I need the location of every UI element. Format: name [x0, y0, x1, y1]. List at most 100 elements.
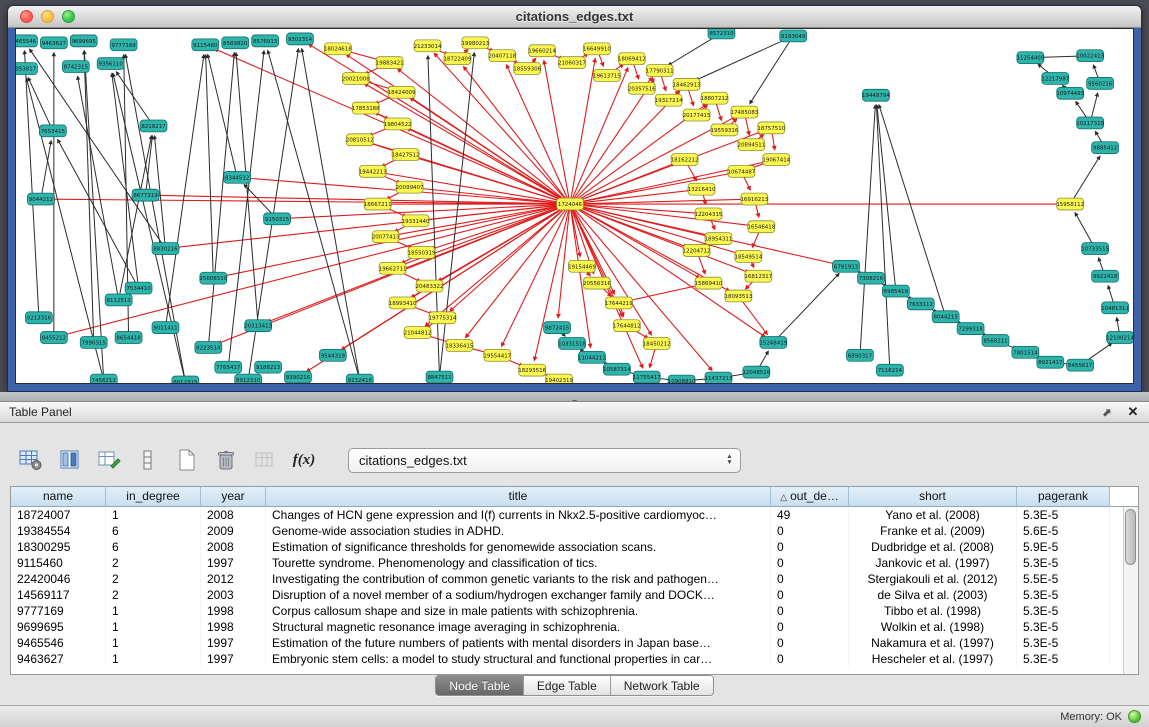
- graph-node[interactable]: 11755417: [633, 371, 661, 383]
- graph-node[interactable]: 13216410: [688, 183, 716, 195]
- table-cell[interactable]: 14569117: [11, 587, 106, 603]
- graph-node[interactable]: 19613715: [593, 70, 621, 82]
- float-panel-icon[interactable]: ⬈: [1099, 404, 1115, 420]
- graph-node[interactable]: 8012315: [172, 376, 199, 383]
- graph-node[interactable]: 6791913: [833, 260, 860, 272]
- table-selector-dropdown[interactable]: citations_edges.txt ▲ ▼: [348, 448, 741, 473]
- table-cell[interactable]: Embryonic stem cells: a model to study s…: [266, 651, 771, 667]
- graph-node[interactable]: 6985419: [882, 285, 909, 297]
- graph-node[interactable]: 8830216: [152, 243, 179, 255]
- table-cell[interactable]: 0: [771, 539, 849, 555]
- graph-node[interactable]: 18757510: [757, 122, 785, 134]
- graph-node[interactable]: 18069412: [618, 53, 646, 65]
- table-cell[interactable]: 2003: [201, 587, 266, 603]
- graph-node[interactable]: 9053817: [16, 63, 37, 75]
- graph-node[interactable]: 21060317: [558, 57, 586, 69]
- graph-node[interactable]: 18093513: [725, 290, 753, 302]
- graph-node[interactable]: 8912310: [235, 374, 262, 383]
- table-cell[interactable]: 1998: [201, 603, 266, 619]
- table-cell[interactable]: Corpus callosum shape and size in male p…: [266, 603, 771, 619]
- graph-edge[interactable]: [1070, 156, 1100, 204]
- graph-node[interactable]: 19559316: [711, 124, 739, 136]
- graph-node[interactable]: 9872415: [544, 322, 571, 334]
- graph-node[interactable]: 19317214: [655, 94, 683, 106]
- graph-node[interactable]: 19662711: [379, 262, 407, 274]
- table-cell[interactable]: 0: [771, 571, 849, 587]
- graph-node[interactable]: 8576913: [252, 35, 279, 47]
- graph-node[interactable]: 18954311: [705, 233, 733, 245]
- graph-node[interactable]: 6890317: [847, 349, 874, 361]
- graph-edge[interactable]: [877, 105, 896, 291]
- graph-node[interactable]: 8344512: [224, 171, 251, 183]
- table-cell[interactable]: Franke et al. (2009): [849, 523, 1017, 539]
- graph-node[interactable]: 9302314: [287, 33, 314, 45]
- graph-node[interactable]: 8390216: [285, 371, 312, 383]
- graph-node[interactable]: 9465546: [16, 35, 37, 47]
- graph-node[interactable]: 9044212: [27, 193, 54, 205]
- graph-node[interactable]: 19154469: [568, 260, 596, 272]
- table-cell[interactable]: 1: [106, 619, 201, 635]
- table-cell[interactable]: Genome-wide association studies in ADHD.: [266, 523, 771, 539]
- graph-node[interactable]: 17644219: [605, 297, 633, 309]
- table-row[interactable]: 977716911998Corpus callosum shape and si…: [11, 603, 1123, 619]
- graph-node[interactable]: 9463627: [40, 37, 67, 49]
- table-cell[interactable]: 5.3E-5: [1017, 587, 1110, 603]
- delete-column-icon[interactable]: [211, 446, 241, 474]
- graph-edge[interactable]: [544, 60, 570, 204]
- graph-node[interactable]: 10481311: [1101, 302, 1129, 314]
- table-cell[interactable]: Estimation of significance thresholds fo…: [266, 539, 771, 555]
- network-graph[interactable]: 1724046180246181988342120021008184240091…: [16, 29, 1133, 383]
- table-cell[interactable]: 19384554: [11, 523, 106, 539]
- graph-edge[interactable]: [64, 204, 571, 335]
- edit-columns-icon[interactable]: [94, 446, 124, 474]
- graph-edge[interactable]: [165, 55, 203, 328]
- graph-node[interactable]: 19883421: [376, 57, 404, 69]
- table-row[interactable]: 946554611997Estimation of the future num…: [11, 635, 1123, 651]
- graph-node[interactable]: 18450212: [643, 338, 671, 350]
- graph-node[interactable]: 20021008: [342, 73, 370, 85]
- graph-node[interactable]: 19554417: [483, 349, 511, 361]
- graph-node[interactable]: 9115460: [192, 39, 219, 51]
- function-builder-icon[interactable]: f(x): [289, 446, 319, 474]
- graph-edge[interactable]: [558, 204, 570, 318]
- table-row[interactable]: 911546021997Tourette syndrome. Phenomeno…: [11, 555, 1123, 571]
- panel-splitter[interactable]: ▾: [0, 392, 1149, 401]
- graph-node[interactable]: 15958112: [1056, 198, 1084, 210]
- table-cell[interactable]: 1997: [201, 635, 266, 651]
- column-header-in_degree[interactable]: in_degree: [106, 487, 201, 507]
- table-cell[interactable]: 9115460: [11, 555, 106, 571]
- table-cell[interactable]: 9699695: [11, 619, 106, 635]
- graph-node[interactable]: 20357516: [628, 82, 656, 94]
- graph-node[interactable]: 10217319: [1076, 117, 1104, 129]
- graph-node[interactable]: 18424009: [388, 86, 416, 98]
- table-cell[interactable]: Estimation of the future numbers of pati…: [266, 635, 771, 651]
- graph-node[interactable]: 20810512: [346, 134, 374, 146]
- table-cell[interactable]: Structural magnetic resonance image aver…: [266, 619, 771, 635]
- table-cell[interactable]: 2: [106, 587, 201, 603]
- table-cell[interactable]: 6: [106, 523, 201, 539]
- graph-node[interactable]: 16546418: [747, 221, 775, 233]
- graph-edge[interactable]: [570, 68, 628, 204]
- table-cell[interactable]: de Silva et al. (2003): [849, 587, 1017, 603]
- graph-node[interactable]: 9150315: [264, 213, 291, 225]
- graph-edge[interactable]: [434, 53, 570, 204]
- table-cell[interactable]: 1: [106, 603, 201, 619]
- graph-node[interactable]: 17485083: [730, 106, 758, 118]
- table-cell[interactable]: 49: [771, 507, 849, 523]
- graph-node[interactable]: 19067414: [762, 154, 790, 166]
- table-cell[interactable]: 1997: [201, 555, 266, 571]
- dropdown-stepper-icon[interactable]: ▲ ▼: [723, 450, 736, 471]
- graph-node[interactable]: 17853188: [352, 102, 380, 114]
- graph-node[interactable]: 10733515: [1081, 243, 1109, 255]
- table-cell[interactable]: Dudbridge et al. (2008): [849, 539, 1017, 555]
- table-cell[interactable]: 6: [106, 539, 201, 555]
- close-window-button[interactable]: [20, 10, 33, 23]
- table-cell[interactable]: Yano et al. (2008): [849, 507, 1017, 523]
- graph-node[interactable]: 18807212: [701, 92, 729, 104]
- table-cell[interactable]: 5.3E-5: [1017, 619, 1110, 635]
- graph-edge[interactable]: [773, 273, 839, 342]
- table-cell[interactable]: 5.6E-5: [1017, 523, 1110, 539]
- graph-node[interactable]: 8455617: [1067, 359, 1094, 371]
- graph-node[interactable]: 21044812: [404, 327, 432, 339]
- graph-node[interactable]: 8847511: [426, 371, 453, 383]
